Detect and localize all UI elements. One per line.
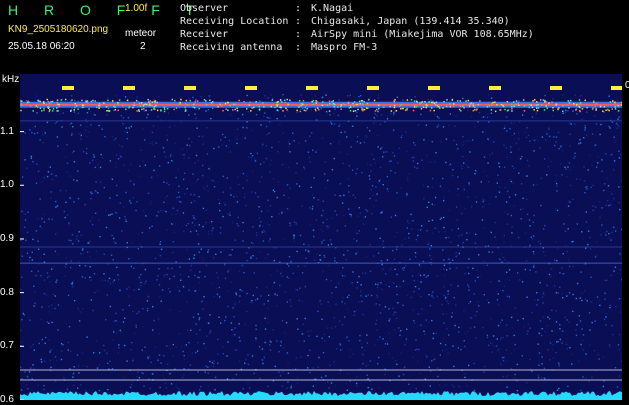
info-value: K.Nagai (311, 3, 353, 14)
x-tick-mark (611, 86, 622, 90)
y-tick-label: 0.8 (0, 287, 14, 298)
app-version: 1.00f (125, 3, 147, 14)
meteor-count: 2 (140, 41, 146, 52)
y-axis-unit: kHz (2, 74, 19, 85)
info-row-antenna: Receiving antenna:Maspro FM-3 (180, 41, 534, 54)
info-row-receiver: Receiver:AirSpy mini (Miakejima VOR 108.… (180, 28, 534, 41)
y-tick-label: 1.1 (0, 126, 14, 137)
x-tick-mark (306, 86, 318, 90)
station-info: Observer:K.Nagai Receiving Location:Chig… (180, 2, 534, 54)
info-value: AirSpy mini (Miakejima VOR 108.65MHz) (311, 29, 534, 40)
info-value: Chigasaki, Japan (139.414 35.340) (311, 16, 510, 27)
date-time: 25.05.18 06:20 (8, 41, 75, 52)
spectrogram-plot (20, 74, 622, 400)
x-tick-mark (245, 86, 257, 90)
info-key: Receiving antenna (180, 41, 295, 54)
y-tick-label: 0.7 (0, 340, 14, 351)
info-value: Maspro FM-3 (311, 42, 377, 53)
x-tick-mark (62, 86, 74, 90)
file-name: KN9_2505180620.png (8, 24, 108, 35)
x-tick-mark (428, 86, 440, 90)
info-key: Observer (180, 2, 295, 15)
y-tick-label: 0.9 (0, 233, 14, 244)
info-key: Receiver (180, 28, 295, 41)
app-brand: H R O F F T (8, 2, 205, 18)
meteor-label: meteor (125, 28, 156, 39)
x-tick-label: 0630 (625, 80, 629, 91)
x-tick-mark (489, 86, 501, 90)
x-tick-mark (367, 86, 379, 90)
y-tick-label: 1.0 (0, 179, 14, 190)
x-tick-mark (184, 86, 196, 90)
info-key: Receiving Location (180, 15, 295, 28)
info-row-location: Receiving Location:Chigasaki, Japan (139… (180, 15, 534, 28)
x-tick-mark (123, 86, 135, 90)
info-row-observer: Observer:K.Nagai (180, 2, 534, 15)
header-panel: H R O F F T 1.00f KN9_2505180620.png met… (0, 0, 629, 72)
x-tick-mark (550, 86, 562, 90)
